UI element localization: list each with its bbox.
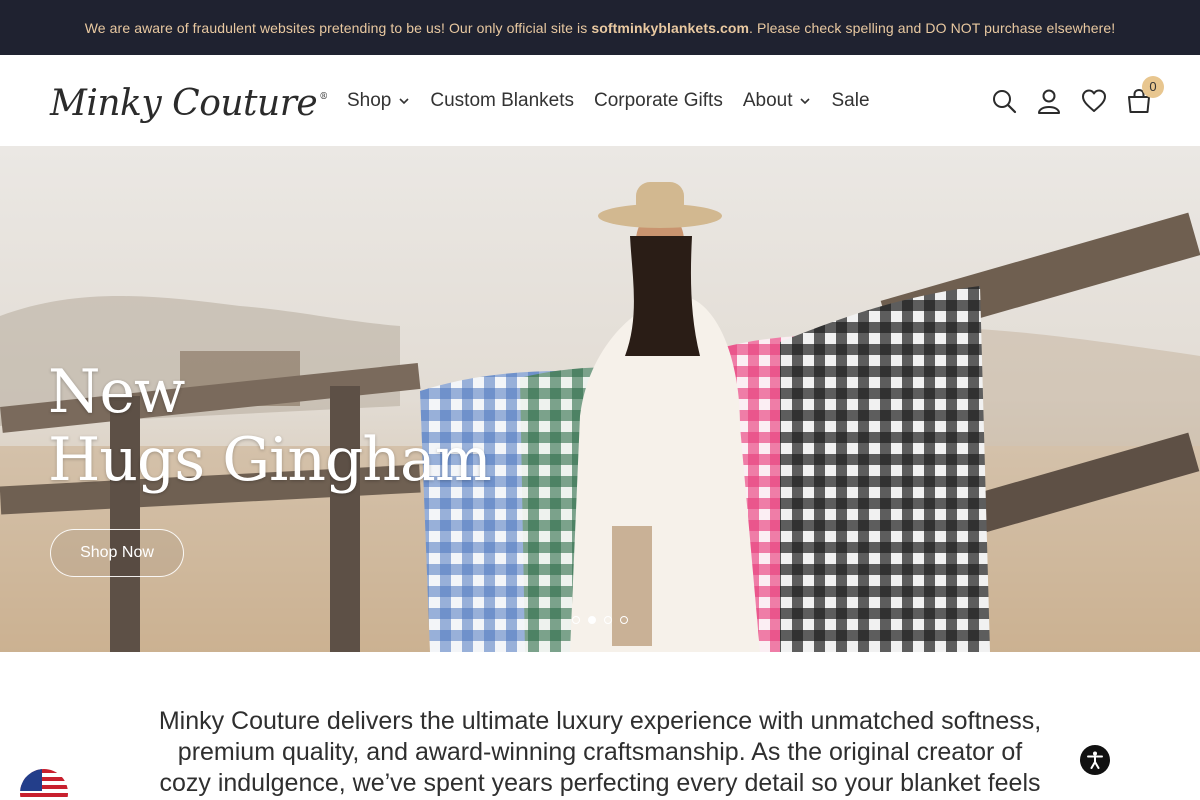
hero-banner: New Hugs Gingham Shop Now [0, 146, 1200, 652]
user-icon[interactable] [1036, 88, 1062, 114]
announcement-text-start: We are aware of fraudulent websites pret… [84, 19, 592, 36]
slider-dot-1[interactable] [572, 616, 580, 624]
search-icon[interactable] [991, 88, 1017, 114]
nav-item-label: About [742, 89, 793, 111]
nav-item-label: Shop [347, 89, 392, 111]
us-flag-icon[interactable] [20, 769, 68, 800]
shop-now-button[interactable]: Shop Now [50, 529, 184, 577]
nav-item-label: Sale [831, 89, 870, 111]
announcement-text: We are aware of fraudulent websites pret… [85, 20, 1116, 36]
nav-item-custom-blankets[interactable]: Custom Blankets [430, 90, 574, 112]
nav-item-about[interactable]: About [743, 90, 812, 112]
site-header: Minky Couture ® Shop Custom Blankets Corp… [0, 55, 1200, 146]
nav-item-corporate-gifts[interactable]: Corporate Gifts [594, 90, 723, 112]
bag-icon[interactable]: 0 [1126, 75, 1164, 114]
slider-dots [572, 616, 628, 624]
nav-item-shop[interactable]: Shop [347, 90, 410, 112]
accessibility-icon [1087, 751, 1103, 769]
announcement-text-end: . Please check spelling and DO NOT purch… [749, 19, 1116, 36]
nav-item-label: Corporate Gifts [594, 89, 723, 111]
chevron-down-icon [800, 97, 811, 104]
hero-title-line-2: Hugs Gingham [48, 425, 492, 495]
cart-count-badge: 0 [1142, 75, 1164, 98]
announcement-bar: We are aware of fraudulent websites pret… [0, 0, 1200, 55]
hero-title: New Hugs Gingham [48, 357, 492, 495]
heart-icon[interactable] [1081, 88, 1107, 114]
logo-registered-mark: ® [319, 92, 328, 102]
hero-title-line-1: New [48, 357, 185, 427]
accessibility-button[interactable] [1080, 745, 1110, 775]
intro-text: Minky Couture delivers the ultimate luxu… [158, 707, 1042, 797]
chevron-down-icon [399, 97, 409, 104]
nav-item-label: Custom Blankets [430, 89, 574, 111]
slider-dot-2[interactable] [588, 616, 596, 624]
slider-dot-4[interactable] [620, 616, 628, 624]
announcement-domain: softminkyblankets.com [591, 19, 750, 36]
logo-text: Minky Couture [50, 82, 318, 124]
main-nav: Shop Custom Blankets Corporate Gifts Abo… [347, 55, 890, 146]
slider-dot-3[interactable] [604, 616, 612, 624]
nav-item-sale[interactable]: Sale [831, 90, 869, 112]
logo[interactable]: Minky Couture ® [50, 79, 328, 127]
header-icons: 0 [972, 55, 1164, 146]
